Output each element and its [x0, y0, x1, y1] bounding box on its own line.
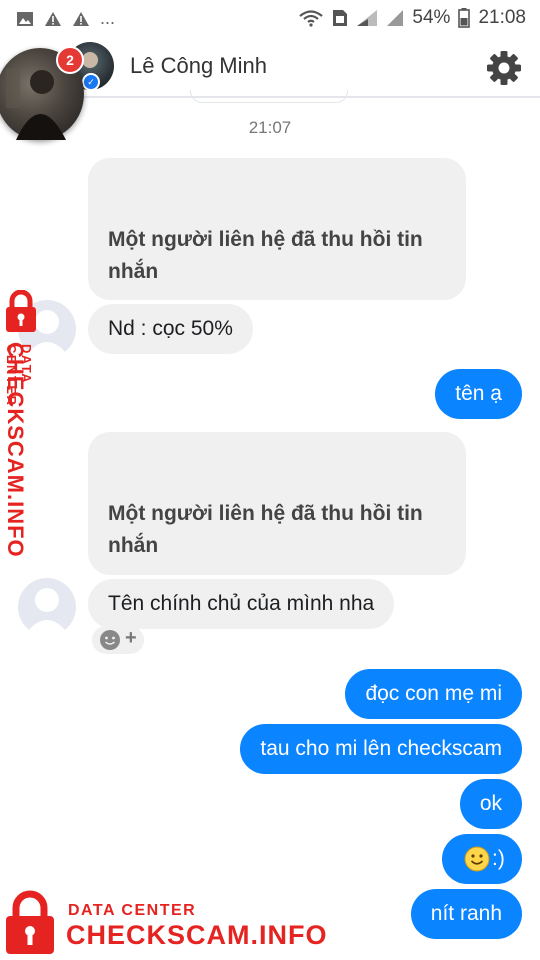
gear-icon[interactable]: [486, 50, 522, 86]
outgoing-message[interactable]: ok: [459, 779, 522, 829]
watermark-bottom: DATA CENTER CHECKSCAM.INFO: [2, 890, 332, 956]
outgoing-message[interactable]: nít ranh: [410, 889, 522, 939]
outgoing-message[interactable]: đọc con mẹ mi: [345, 669, 522, 719]
unread-badge: 2: [56, 46, 84, 74]
add-reaction-button[interactable]: +: [92, 626, 144, 654]
signal-icon: [387, 10, 404, 26]
battery-percent: 54%: [412, 7, 451, 28]
outgoing-message[interactable]: tau cho mi lên checkscam: [240, 724, 522, 774]
outgoing-message[interactable]: :): [442, 834, 522, 884]
incoming-message[interactable]: Nd : cọc 50%: [88, 304, 253, 354]
status-bar: ... 54% 21:08: [0, 0, 540, 38]
watermark-line1: DATA CENTER: [68, 902, 197, 919]
plus-icon: +: [125, 627, 137, 649]
message-timestamp: 21:07: [248, 118, 292, 137]
unsent-message: Một người liên hệ đã thu hồi tin nhắn: [88, 432, 466, 575]
clock: 21:08: [478, 7, 526, 28]
unsent-message: Một người liên hệ đã thu hồi tin nhắn: [88, 158, 466, 300]
previous-message-edge: [190, 90, 348, 103]
sim-icon: [333, 10, 348, 26]
incoming-message[interactable]: Tên chính chủ của mình nha: [88, 579, 395, 629]
watermark-side-line2: CHECKSCAM.INFO: [3, 342, 28, 558]
watermark-line2: CHECKSCAM.INFO: [66, 920, 328, 950]
image-icon: [17, 11, 33, 26]
lock-icon: [6, 890, 54, 954]
wifi-icon: [299, 10, 324, 27]
watermark-side: DATA CENTER CHECKSCAM.INFO: [2, 290, 42, 560]
smiley-icon: [100, 630, 120, 650]
lock-icon: [6, 290, 36, 332]
warning-icon: [45, 11, 61, 26]
warning-icon: [73, 11, 89, 26]
contact-name[interactable]: Lê Công Minh: [130, 53, 267, 79]
battery-icon: [458, 8, 471, 28]
sender-avatar: [18, 578, 76, 636]
verified-icon: ✓: [82, 73, 100, 91]
emoticon-text: :): [492, 847, 505, 870]
signal-icon: [357, 10, 378, 26]
smiley-emoji-icon: [464, 846, 490, 872]
outgoing-message[interactable]: tên ạ: [435, 369, 522, 419]
status-more: ...: [100, 8, 116, 28]
